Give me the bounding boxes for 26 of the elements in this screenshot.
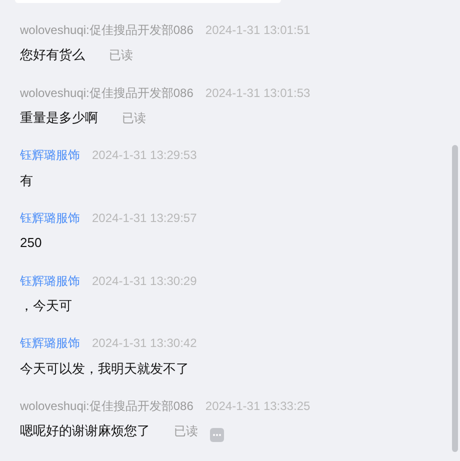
message-text: 重量是多少啊 xyxy=(20,108,98,127)
message-time: 2024-1-31 13:01:53 xyxy=(205,84,310,102)
message-text: 有 xyxy=(20,172,33,190)
sender-name: woloveshuqi:促佳搜品开发部086 xyxy=(20,398,194,416)
message-time: 2024-1-31 13:29:53 xyxy=(92,147,197,164)
sender-name: 钰辉璐服饰 xyxy=(20,210,80,228)
message-text: 250 xyxy=(20,234,42,252)
sender-name: 钰辉璐服饰 xyxy=(20,147,80,164)
message-text: 您好有货么 xyxy=(20,46,85,64)
message-time: 2024-1-31 13:01:51 xyxy=(205,22,310,39)
sender-name: 钰辉璐服饰 xyxy=(20,272,80,290)
read-status: 已读 xyxy=(122,110,146,127)
sender-name: woloveshuqi:促佳搜品开发部086 xyxy=(20,22,194,39)
sender-name: 钰辉璐服饰 xyxy=(20,335,80,352)
scrollbar-thumb[interactable] xyxy=(452,145,458,452)
sender-name: woloveshuqi:促佳搜品开发部086 xyxy=(20,84,194,102)
message-text: 今天可以发，我明天就发不了 xyxy=(20,360,189,378)
read-status: 已读 xyxy=(109,47,133,64)
message-time: 2024-1-31 13:33:25 xyxy=(205,398,310,416)
message-text: 嗯呢好的谢谢麻烦您了 xyxy=(20,422,150,440)
message-text: ，今天可 xyxy=(20,297,72,315)
message-time: 2024-1-31 13:30:29 xyxy=(92,272,197,290)
more-icon[interactable] xyxy=(210,428,224,442)
message-time: 2024-1-31 13:29:57 xyxy=(92,210,197,228)
read-status: 已读 xyxy=(174,423,198,440)
message-time: 2024-1-31 13:30:42 xyxy=(92,335,197,352)
